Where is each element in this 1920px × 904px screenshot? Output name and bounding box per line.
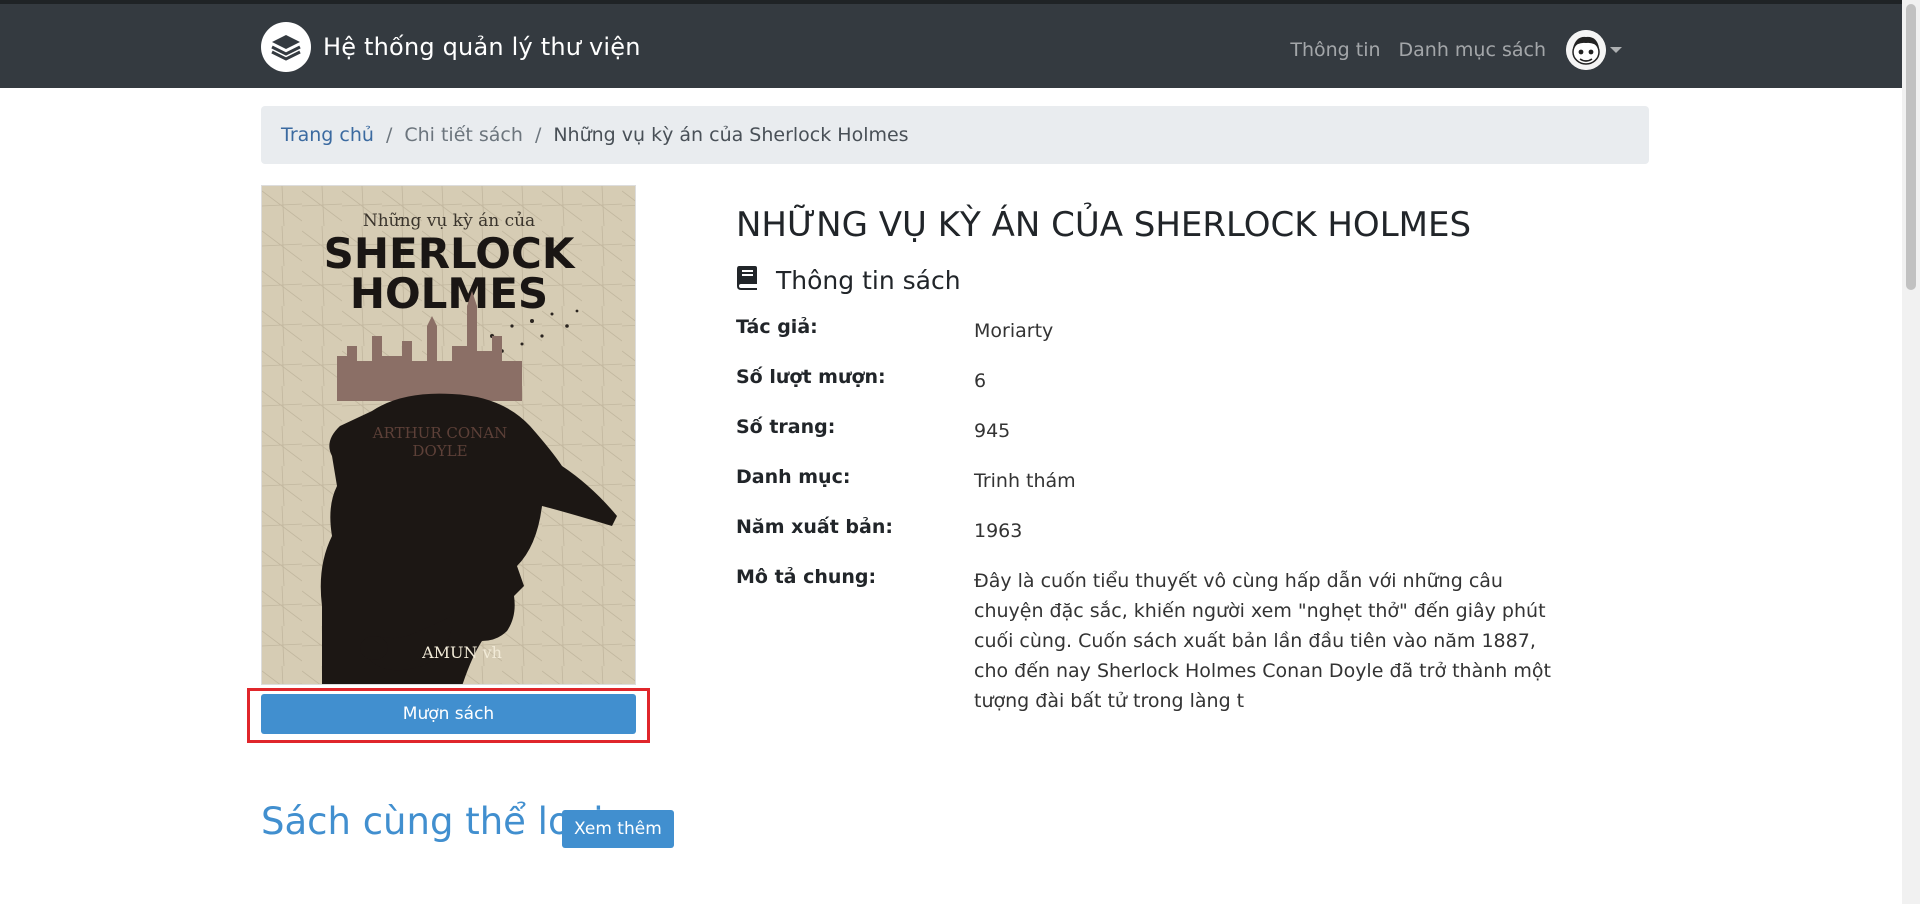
avatar <box>1566 30 1606 70</box>
cover-title-line2: HOLMES <box>350 269 548 318</box>
cover-author-line1: ARTHUR CONAN <box>372 424 508 442</box>
info-value: Moriarty <box>974 320 1054 342</box>
info-label: Số trang: <box>736 416 836 438</box>
info-label: Mô tả chung: <box>736 566 877 588</box>
info-value: 6 <box>974 370 987 392</box>
book-icon <box>736 265 758 295</box>
info-value: 945 <box>974 420 1011 442</box>
nav-link-categories[interactable]: Danh mục sách <box>1399 39 1546 61</box>
breadcrumb-home[interactable]: Trang chủ <box>281 124 374 146</box>
nav-links: Thông tin Danh mục sách <box>1272 30 1622 70</box>
books-logo-icon <box>261 22 311 72</box>
book-cover-image: Những vụ kỳ án của SHERLOCK HOLMES ARTHU… <box>261 185 636 685</box>
breadcrumb: Trang chủ / Chi tiết sách / Những vụ kỳ … <box>261 106 1649 164</box>
info-value: 1963 <box>974 520 1023 542</box>
breadcrumb-separator: / <box>385 124 393 146</box>
info-label: Năm xuất bản: <box>736 516 893 538</box>
related-books-title: Sách cùng thể loại <box>261 800 604 843</box>
breadcrumb-separator: / <box>534 124 542 146</box>
info-label: Tác giả: <box>736 316 818 338</box>
info-label: Số lượt mượn: <box>736 366 886 388</box>
breadcrumb-book-detail[interactable]: Chi tiết sách <box>404 124 523 146</box>
user-menu-toggle[interactable] <box>1566 30 1622 70</box>
book-title: NHỮNG VỤ KỲ ÁN CỦA SHERLOCK HOLMES <box>736 205 1472 245</box>
scrollbar-thumb[interactable] <box>1906 4 1916 290</box>
cover-author-line2: DOYLE <box>412 442 467 460</box>
breadcrumb-current: Những vụ kỳ án của Sherlock Holmes <box>553 124 909 146</box>
borrow-button[interactable]: Mượn sách <box>261 694 636 734</box>
cover-top-line: Những vụ kỳ án của <box>363 211 535 231</box>
book-info-heading: Thông tin sách <box>736 265 961 295</box>
info-value: Trinh thám <box>974 470 1076 492</box>
cover-publisher: AMUN vh <box>421 643 502 662</box>
info-value-description: Đây là cuốn tiểu thuyết vô cùng hấp dẫn … <box>974 570 1551 712</box>
page-scrollbar[interactable] <box>1902 0 1920 904</box>
see-more-button[interactable]: Xem thêm <box>562 810 674 848</box>
top-navbar: Hệ thống quản lý thư viện Thông tin Danh… <box>0 0 1902 88</box>
book-info-heading-label: Thông tin sách <box>776 265 961 295</box>
brand-title: Hệ thống quản lý thư viện <box>323 33 641 61</box>
chevron-down-icon <box>1610 47 1622 53</box>
nav-link-info[interactable]: Thông tin <box>1290 39 1380 61</box>
info-label: Danh mục: <box>736 466 851 488</box>
brand[interactable]: Hệ thống quản lý thư viện <box>261 22 641 72</box>
